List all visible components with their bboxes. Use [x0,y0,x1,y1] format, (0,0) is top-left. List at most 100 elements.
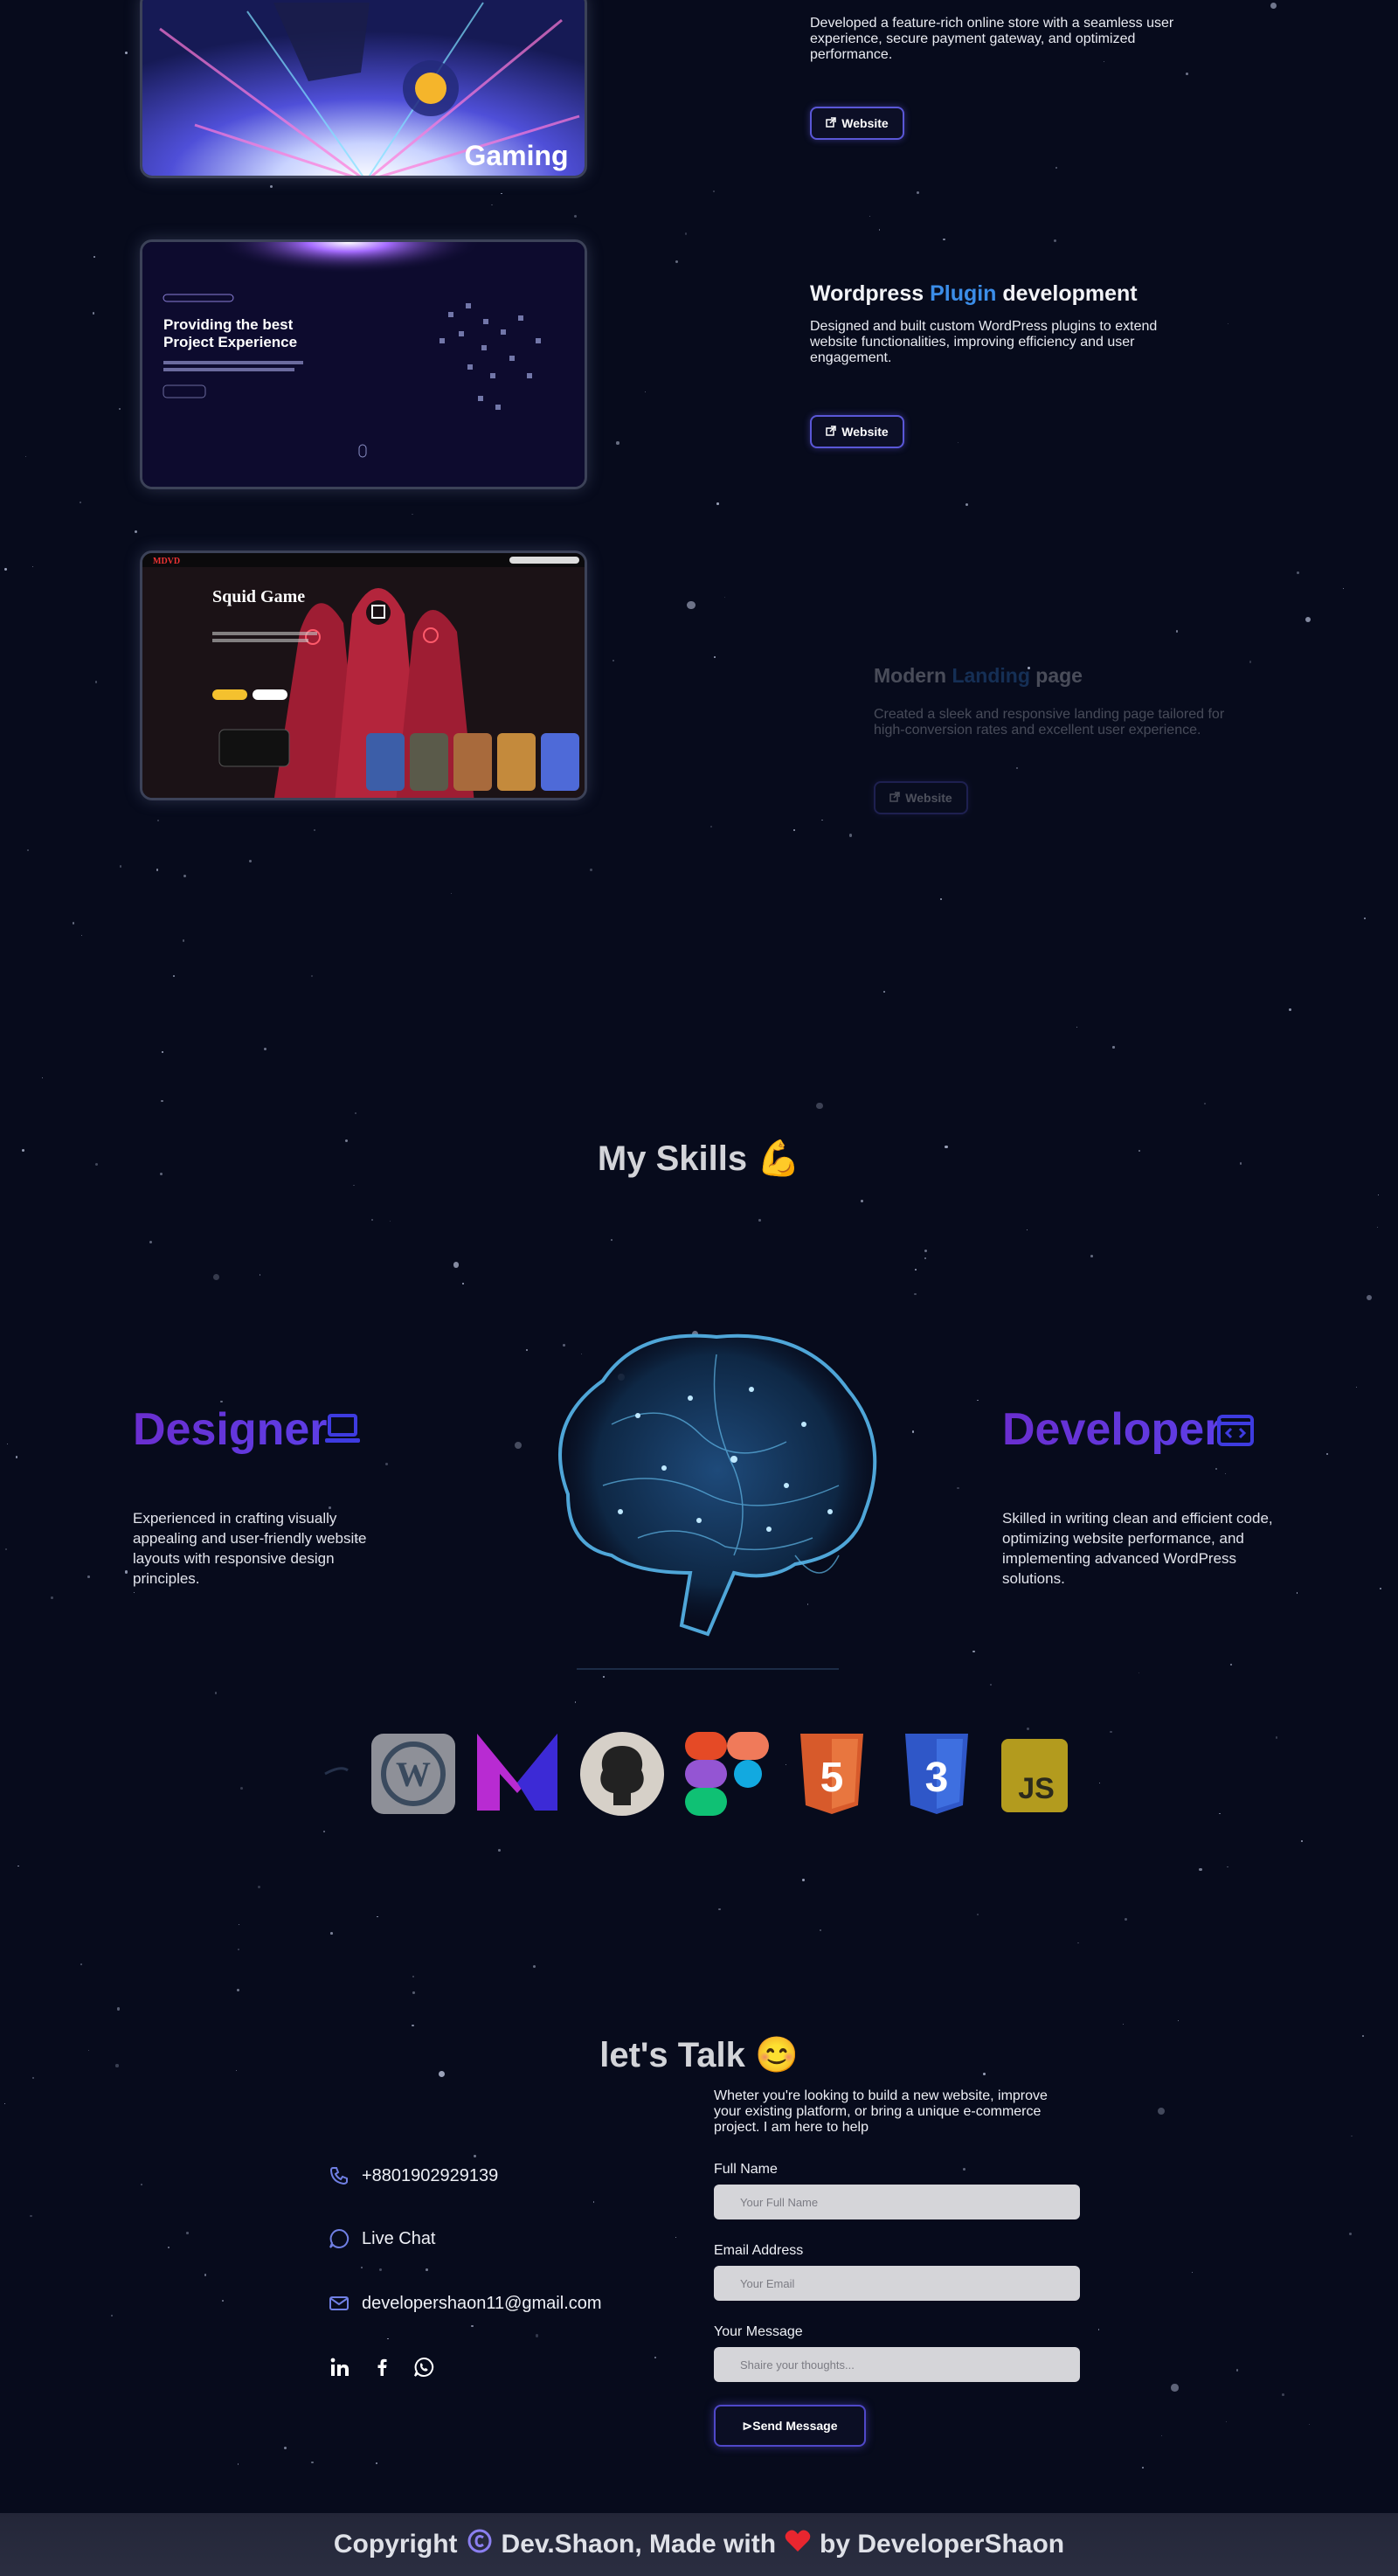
designer-description: Experienced in crafting visually appeali… [133,1510,367,1587]
star [972,1650,975,1653]
whatsapp-icon [329,2228,350,2249]
star [1281,2392,1284,2396]
phone-number: +8801902929139 [362,2165,499,2185]
whatsapp-social-icon[interactable] [412,2356,435,2379]
star [612,660,614,662]
star [1076,1027,1077,1028]
star [1349,2233,1353,2236]
star [162,1051,163,1053]
star [1227,1866,1228,1868]
star [1342,587,1345,590]
star [819,1929,822,1931]
star [24,456,26,458]
star [270,185,273,189]
full-name-input[interactable] [714,2185,1080,2219]
email-input[interactable] [714,2266,1080,2301]
wordpress-icon: W [370,1730,457,1818]
email-address: developershaon11@gmail.com [362,2293,602,2313]
star [204,2274,207,2276]
website-button[interactable]: Website [810,107,904,140]
project-image-gaming[interactable]: Gaming [140,0,587,178]
star [1199,1867,1202,1871]
star [801,1879,805,1881]
star [16,1456,18,1458]
star [1054,239,1057,243]
star [41,1077,43,1079]
star [149,1240,152,1243]
star [156,820,159,822]
star [848,834,853,837]
website-button[interactable]: Website [810,415,904,448]
star [977,1399,979,1402]
copyright-text: Copyright [333,2530,458,2559]
star [924,1249,927,1252]
linkedin-icon[interactable] [329,2356,351,2379]
project-info-landing: Modern Landing page Created a sleek and … [874,664,1249,738]
star [462,1283,464,1285]
star [426,2268,428,2271]
star [182,939,185,942]
star [172,975,175,978]
star [4,1548,8,1551]
landing-logo: MDVD [153,557,180,566]
project-title-highlight: Landing [952,664,1030,687]
star [167,2247,170,2249]
star [248,860,252,863]
star [389,1220,391,1222]
project-title: Wordpress Plugin development [810,281,1186,307]
project-image-plugin[interactable]: Providing the best Project Experience [140,239,587,489]
star [80,1963,82,1966]
star [1305,617,1311,623]
brain-illustration [507,1293,900,1686]
gaming-preview-art: Gaming [142,0,585,176]
message-input[interactable] [714,2347,1080,2382]
smiling-face-icon: 😊 [754,2036,799,2074]
star [924,1257,926,1260]
star [412,1991,415,1995]
website-button[interactable]: Website [874,781,968,814]
star [1235,2369,1239,2372]
star [914,1292,917,1295]
star [716,502,719,505]
developer-description: Skilled in writing clean and efficient c… [1002,1510,1273,1587]
contact-live-chat[interactable]: Live Chat [329,2228,436,2249]
project-image-landing[interactable]: MDVD Squid Game [140,551,587,800]
star [1138,1672,1139,1674]
star [611,1238,612,1241]
contact-phone[interactable]: +8801902929139 [329,2165,498,2186]
star [237,2462,239,2465]
tech-logo-row: W 5 3 JS [323,1730,1083,1818]
star [470,2324,474,2328]
star [1203,1102,1207,1105]
star [80,935,82,937]
star [237,1989,240,1992]
star [491,204,493,205]
project-title-part: development [996,281,1138,306]
star [758,1219,761,1222]
star [94,681,98,683]
svg-text:W: W [396,1755,431,1794]
designer-heading: Designer [133,1403,328,1456]
send-message-button[interactable]: ⊳Send Message [714,2405,866,2447]
contact-email[interactable]: developershaon11@gmail.com [329,2293,602,2314]
project-title-part: page [1029,664,1083,687]
copyright-icon [467,2528,493,2561]
star [32,566,34,568]
star [50,1596,53,1600]
star [1308,2423,1311,2425]
star [1367,1294,1373,1300]
star [878,228,881,231]
landing-hero-title: Squid Game [212,587,305,606]
github-icon [578,1730,666,1818]
star [72,922,75,925]
developer-heading: Developer [1002,1403,1222,1456]
star [990,1684,992,1686]
star [965,503,969,507]
facebook-icon[interactable] [370,2356,393,2379]
star [723,596,726,598]
star [1077,1942,1079,1944]
project-info-ecommerce: Developed a feature-rich online store wi… [810,16,1186,63]
star [412,2024,414,2026]
mail-icon [329,2293,350,2314]
svg-text:5: 5 [820,1755,844,1801]
